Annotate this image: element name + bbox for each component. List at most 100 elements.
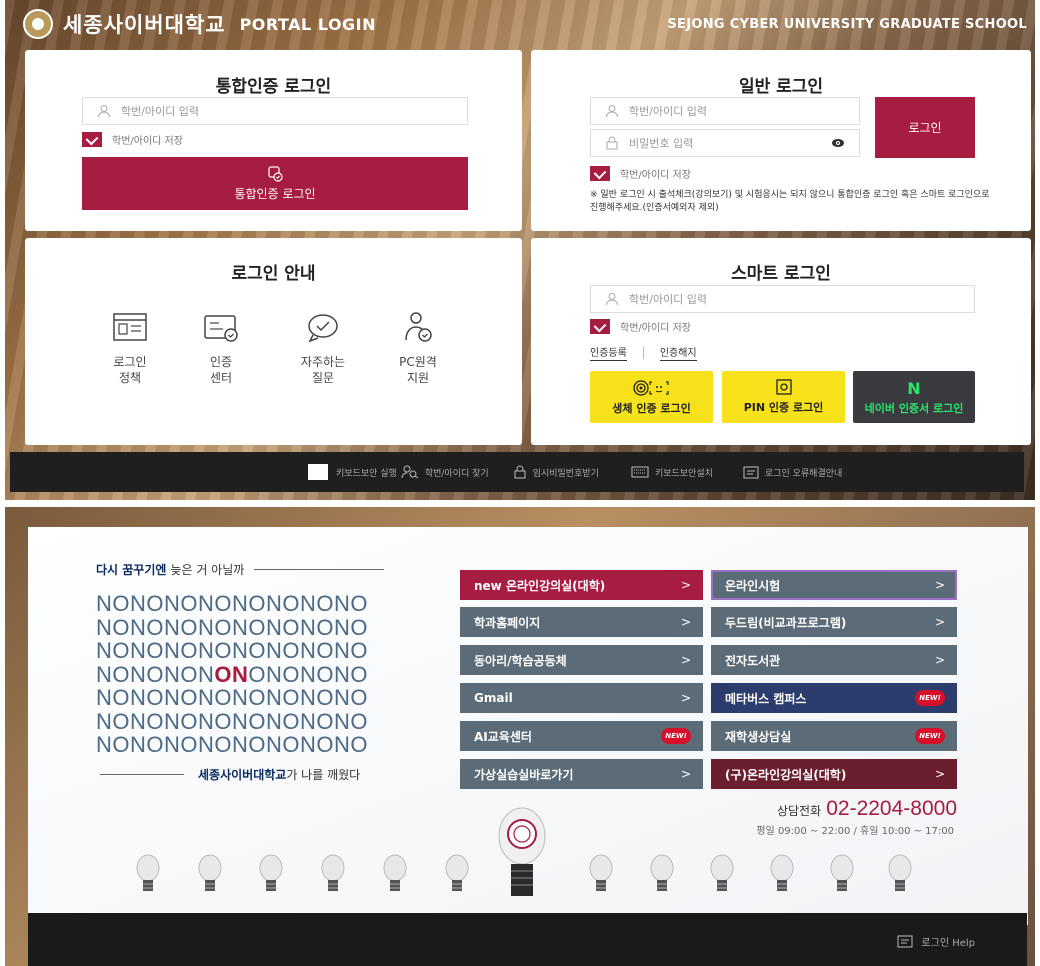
menu-label: new 온라인강의실(대학) <box>474 578 606 593</box>
user-icon <box>606 293 618 306</box>
menu-label: (구)온라인강의실(대학) <box>725 767 847 782</box>
login-help-label: 로그인 Help <box>921 938 975 949</box>
menu-old-online-lecture[interactable]: (구)온라인강의실(대학) > <box>711 759 957 789</box>
lightbulb-icon <box>321 854 345 891</box>
smart-save-id-checkbox[interactable]: 학번/아이디 저장 <box>590 319 691 334</box>
lock-icon <box>606 136 618 150</box>
menu-metaverse-campus[interactable]: 메타버스 캠퍼스 NEW! <box>711 683 957 713</box>
top-footer-bar: 키보드보안 실행 학번/아이디 찾기 임시비밀번호받기 키보드보안설치 로그인 … <box>10 452 1024 492</box>
keyboard-icon <box>631 466 649 478</box>
general-login-button[interactable]: 로그인 <box>875 97 975 158</box>
pin-icon <box>775 379 792 395</box>
general-password-placeholder: 비밀번호 입력 <box>629 137 694 150</box>
chevron-right-icon: > <box>680 578 691 592</box>
guide-login-policy-line1: 로그인 <box>113 355 147 369</box>
chevron-right-icon: > <box>680 653 691 667</box>
guide-faq[interactable]: 자주하는 질문 <box>293 310 353 386</box>
menu-label: 재학생상담실 <box>725 729 792 744</box>
general-login-notice: ※ 일반 로그인 시 출석체크(강의보기) 및 시험응시는 되지 않으니 통합인… <box>590 190 990 213</box>
cert-register-link[interactable]: 인증등록 <box>590 344 627 361</box>
menu-new-online-lecture[interactable]: new 온라인강의실(대학) > <box>460 570 703 600</box>
pin-login-button[interactable]: PIN 인증 로그인 <box>722 371 845 423</box>
login-error-guide-link[interactable]: 로그인 오류해결안내 <box>743 466 842 479</box>
nono-row-pre: NONONON <box>96 661 215 687</box>
faq-chat-icon <box>308 314 338 343</box>
guide-cert-center[interactable]: 인증 센터 <box>191 310 251 386</box>
guide-login-policy-line2: 정책 <box>118 371 142 385</box>
keyboard-security-run[interactable]: 키보드보안 실행 <box>308 464 397 480</box>
menu-label: 학과홈페이지 <box>474 615 541 630</box>
menu-label: 메타버스 캠퍼스 <box>725 691 807 706</box>
menu-student-counseling[interactable]: 재학생상담실 NEW! <box>711 721 957 751</box>
integrated-login-title: 통합인증 로그인 <box>215 77 332 97</box>
lightbulb-icon <box>383 854 407 891</box>
lightbulb-icon <box>198 854 222 891</box>
menu-online-exam[interactable]: 온라인시험 > <box>711 570 957 600</box>
new-badge: NEW! <box>661 728 691 744</box>
show-password-eye-icon[interactable] <box>831 138 845 148</box>
smart-cert-links: 인증등록 인증해지 <box>590 344 697 361</box>
on-highlight: ON <box>214 661 249 687</box>
integrated-save-id-checkbox[interactable]: 학번/아이디 저장 <box>82 132 183 147</box>
slogan-top: 다시 꿈꾸기엔 늦은 거 아닐까 <box>96 561 385 578</box>
nono-row: NONONONONONONONO <box>96 732 368 757</box>
general-password-input[interactable]: 비밀번호 입력 <box>590 129 860 157</box>
temp-password-link[interactable]: 임시비밀번호받기 <box>513 465 599 479</box>
temp-password-label: 임시비밀번호받기 <box>532 468 599 479</box>
nono-row-highlight: NONONONONONONONO <box>96 661 426 687</box>
cert-unregister-link[interactable]: 인증해지 <box>659 344 697 361</box>
keyboard-security-install-link[interactable]: 키보드보안설치 <box>631 466 713 479</box>
guide-cert-center-line1: 인증 <box>209 355 233 369</box>
document-icon <box>743 466 759 478</box>
certificate-icon <box>268 166 283 182</box>
nono-row: NONONONONONONONO <box>96 685 368 710</box>
login-help-link[interactable]: 로그인 Help <box>897 934 975 949</box>
lightbulb-icon <box>830 854 854 891</box>
lightbulb-icon <box>445 854 469 891</box>
chevron-right-icon: > <box>934 767 945 781</box>
naver-login-button[interactable]: N 네이버 인증서 로그인 <box>853 371 975 423</box>
integrated-login-button[interactable]: 통합인증 로그인 <box>82 157 468 210</box>
contact-number: 02-2204-8000 <box>826 797 957 820</box>
lightbulb-icon <box>589 854 613 891</box>
login-error-guide-label: 로그인 오류해결안내 <box>764 468 843 479</box>
find-user-icon <box>401 465 419 479</box>
guide-cert-center-line2: 센터 <box>209 371 233 385</box>
login-policy-icon <box>113 313 147 341</box>
menu-label: Gmail <box>474 691 513 705</box>
keyboard-security-checkbox[interactable] <box>308 464 328 480</box>
menu-department-homepage[interactable]: 학과홈페이지 > <box>460 607 703 637</box>
bio-login-button[interactable]: 생체 인증 로그인 <box>590 371 713 423</box>
general-id-input[interactable]: 학번/아이디 입력 <box>590 97 860 125</box>
slogan-top-rest: 늦은 거 아닐까 <box>170 563 245 577</box>
nono-row: NONONONONONONONO <box>96 638 368 663</box>
lightbulb-icon <box>710 854 734 891</box>
keyboard-security-install-label: 키보드보안설치 <box>654 468 713 479</box>
menu-label: 온라인시험 <box>725 578 781 593</box>
guide-pc-remote-line1: PC원격 <box>399 355 437 369</box>
menu-e-library[interactable]: 전자도서관 > <box>711 645 957 675</box>
nono-row: NONONONONONONONO <box>96 708 368 734</box>
keyboard-security-run-label: 키보드보안 실행 <box>336 468 397 479</box>
smart-id-input[interactable]: 학번/아이디 입력 <box>590 285 975 313</box>
new-badge: NEW! <box>915 690 945 706</box>
menu-dodream[interactable]: 두드림(비교과프로그램) > <box>711 607 957 637</box>
guide-pc-remote[interactable]: PC원격 지원 <box>388 310 448 386</box>
find-id-link[interactable]: 학번/아이디 찾기 <box>401 465 489 479</box>
login-guide-card: 로그인 안내 로그인 정책 인증 센터 자주하는 질문 PC원격 지원 <box>25 238 522 445</box>
menu-label: 가상실습실바로가기 <box>474 767 574 782</box>
general-save-id-checkbox[interactable]: 학번/아이디 저장 <box>590 166 691 181</box>
menu-ai-education-center[interactable]: AI교육센터 NEW! <box>460 721 703 751</box>
contact-hours: 평일 09:00 ~ 22:00 / 휴일 10:00 ~ 17:00 <box>756 826 954 837</box>
integrated-id-input[interactable]: 학번/아이디 입력 <box>82 97 468 125</box>
user-icon <box>98 105 110 118</box>
guide-login-policy[interactable]: 로그인 정책 <box>100 310 160 386</box>
menu-clubs[interactable]: 동아리/학습공동체 > <box>460 645 703 675</box>
menu-virtual-lab[interactable]: 가상실습실바로가기 > <box>460 759 703 789</box>
menu-label: 두드림(비교과프로그램) <box>725 615 847 630</box>
slogan-bottom-bold: 세종사이버대학교 <box>198 768 287 782</box>
menu-gmail[interactable]: Gmail > <box>460 683 703 713</box>
pin-login-label: PIN 인증 로그인 <box>743 401 824 414</box>
general-login-title: 일반 로그인 <box>738 77 824 97</box>
chevron-right-icon: > <box>934 653 945 667</box>
